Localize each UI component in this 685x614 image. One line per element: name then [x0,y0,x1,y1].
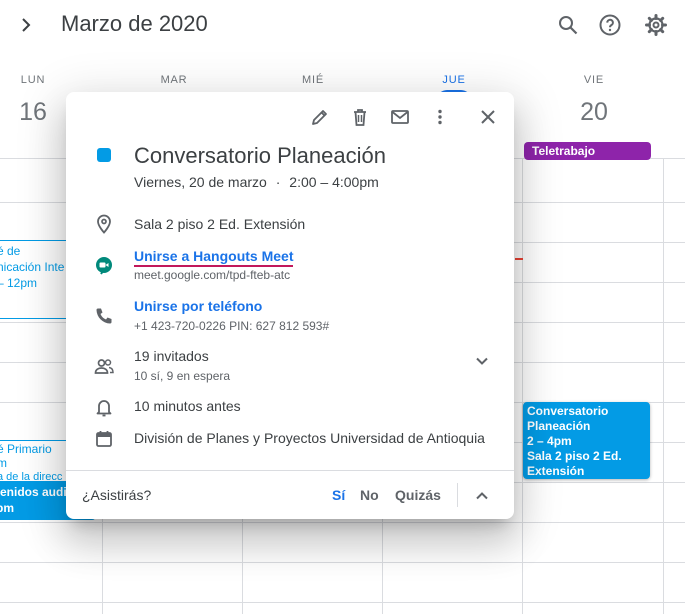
event-date: Viernes, 20 de marzo [134,174,267,190]
calendar-header: Marzo de 2020 [0,0,685,52]
settings-gear-icon[interactable] [643,12,669,38]
day-name-wed: MIÉ [302,74,324,86]
friday-event-teletrabajo[interactable]: Teletrabajo [524,142,651,160]
event-color-swatch [97,148,111,162]
current-month-title: Marzo de 2020 [61,11,208,36]
event-location: Sala 2 piso 2 Ed. Extensión [134,216,306,232]
guests-count: 19 invitados [134,348,209,364]
current-time-line [515,258,523,260]
event-datetime: Viernes, 20 de marzo · 2:00 – 4:00pm [134,174,379,190]
guests-status: 10 sí, 9 en espera [134,369,231,383]
grid-column-divider [522,158,523,614]
friday-event-conversatorio[interactable]: Conversatorio Planeación 2 – 4pm Sala 2 … [523,402,650,479]
event-title: Teletrabajo [532,144,596,158]
delete-trash-icon[interactable] [349,106,371,128]
phone-number-pin: +1 423-720-0226 PIN: 627 812 593# [134,319,330,333]
rsvp-yes-button[interactable]: Sí [332,487,345,503]
guests-people-icon [93,355,115,377]
edit-pencil-icon[interactable] [309,106,331,128]
close-icon[interactable] [477,106,499,128]
location-pin-icon [93,213,115,235]
rsvp-no-button[interactable]: No [360,487,379,503]
calendar-icon [93,428,115,450]
footer-divider [66,470,514,471]
email-envelope-icon[interactable] [389,106,411,128]
hangouts-meet-icon [93,255,115,277]
rsvp-maybe-button[interactable]: Quizás [395,487,441,503]
organizer-calendar: División de Planes y Proyectos Universid… [134,430,485,446]
reminder-text: 10 minutos antes [134,398,241,414]
grid-column-divider [663,158,664,614]
phone-icon [93,305,115,327]
rsvp-question: ¿Asistirás? [82,487,152,503]
expand-guests-chevron-down-icon[interactable] [471,350,493,372]
time-separator: · [275,174,281,190]
more-options-icon[interactable] [429,106,451,128]
event-location: Sala 2 piso 2 Ed. Extensión [527,449,622,478]
join-meet-link[interactable]: Unirse a Hangouts Meet [134,248,294,267]
event-title: Conversatorio Planeación [527,404,609,433]
event-time: 2 – 4pm [527,434,572,448]
day-name-tue: MAR [160,74,188,86]
event-title: Conversatorio Planeación [134,143,386,168]
event-time: 2:00 – 4:00pm [289,174,379,190]
join-by-phone-link[interactable]: Unirse por teléfono [134,298,262,314]
meet-url[interactable]: meet.google.com/tpd-fteb-atc [134,268,290,282]
next-period-chevron-icon[interactable] [14,13,38,37]
day-name-mon: LUN [20,74,46,86]
search-icon[interactable] [555,12,581,38]
event-details-popover: Conversatorio Planeación Viernes, 20 de … [66,92,514,519]
footer-separator [457,483,458,507]
day-number-fri[interactable]: 20 [524,98,664,127]
day-name-thu: JUE [442,74,466,86]
expand-rsvp-chevron-up-icon[interactable] [471,485,493,507]
day-name-fri: VIE [583,74,605,86]
help-icon[interactable] [597,12,623,38]
reminder-bell-icon [93,396,115,418]
